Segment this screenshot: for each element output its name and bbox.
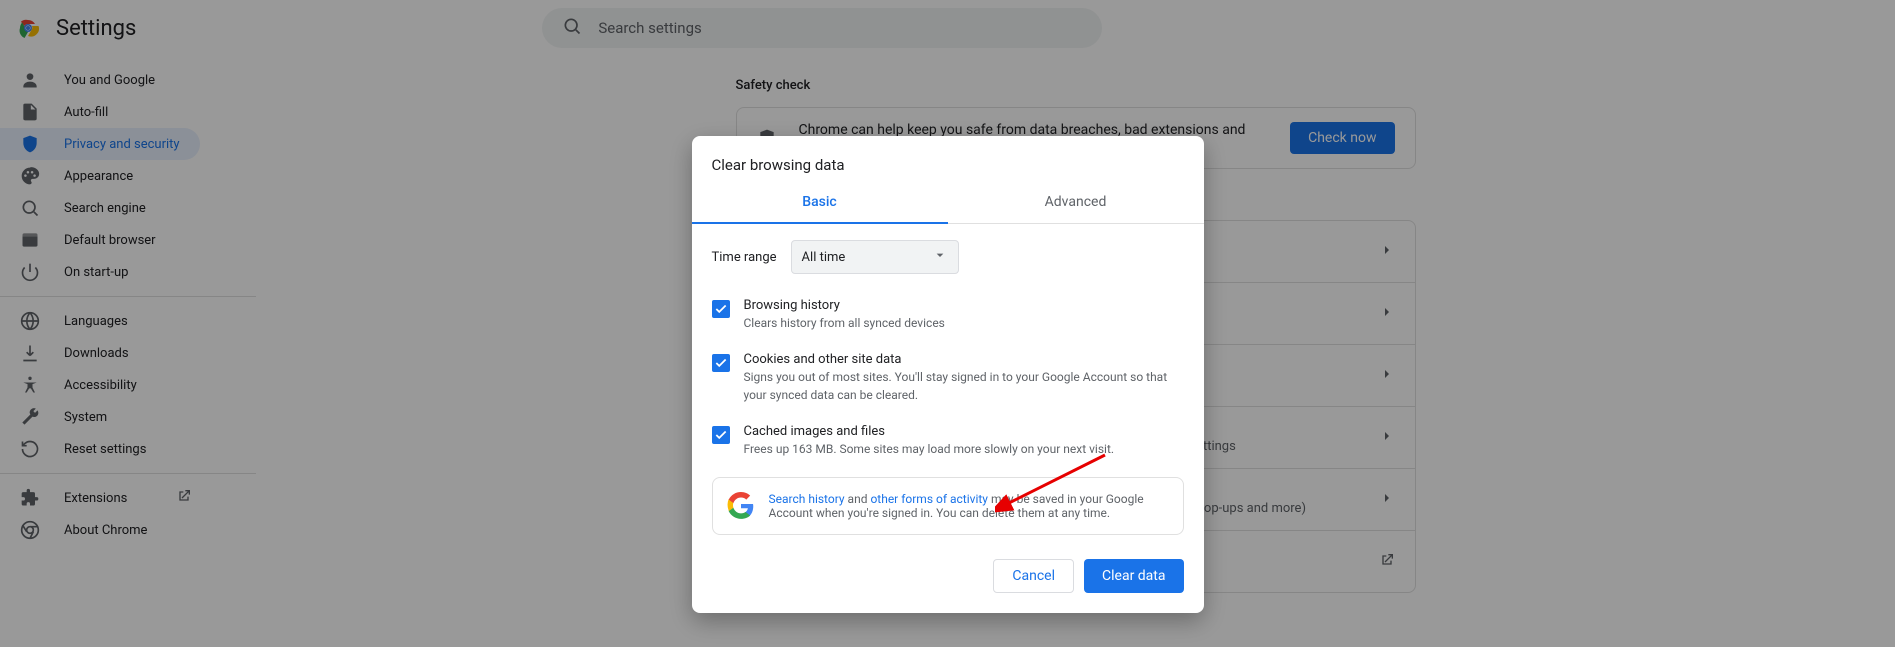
- checkbox[interactable]: [712, 426, 730, 444]
- check-row-2: Cached images and files Frees up 163 MB.…: [712, 414, 1184, 468]
- check-title: Cookies and other site data: [744, 352, 1184, 367]
- time-range-select[interactable]: All time: [791, 240, 959, 274]
- account-info-box: Search history and other forms of activi…: [712, 477, 1184, 535]
- time-range-value: All time: [802, 250, 846, 265]
- time-range-label: Time range: [712, 250, 777, 265]
- chevron-down-icon: [932, 247, 948, 267]
- clear-data-button[interactable]: Clear data: [1084, 559, 1183, 593]
- check-row-0: Browsing history Clears history from all…: [712, 288, 1184, 342]
- check-desc: Clears history from all synced devices: [744, 315, 945, 332]
- check-desc: Frees up 163 MB. Some sites may load mor…: [744, 441, 1115, 458]
- tab-advanced[interactable]: Advanced: [948, 182, 1204, 223]
- dialog-title: Clear browsing data: [692, 136, 1204, 182]
- check-row-1: Cookies and other site data Signs you ou…: [712, 342, 1184, 414]
- check-title: Browsing history: [744, 298, 945, 313]
- clear-data-dialog: Clear browsing data Basic Advanced Time …: [692, 136, 1204, 613]
- modal-scrim[interactable]: Clear browsing data Basic Advanced Time …: [0, 0, 1895, 647]
- checkbox[interactable]: [712, 300, 730, 318]
- account-info-text: Search history and other forms of activi…: [769, 492, 1169, 520]
- google-icon: [727, 492, 755, 520]
- check-desc: Signs you out of most sites. You'll stay…: [744, 369, 1184, 404]
- dialog-tabs: Basic Advanced: [692, 182, 1204, 224]
- other-activity-link[interactable]: other forms of activity: [870, 492, 988, 506]
- checkbox[interactable]: [712, 354, 730, 372]
- tab-basic[interactable]: Basic: [692, 182, 948, 224]
- check-title: Cached images and files: [744, 424, 1115, 439]
- search-history-link[interactable]: Search history: [769, 492, 845, 506]
- cancel-button[interactable]: Cancel: [993, 559, 1074, 593]
